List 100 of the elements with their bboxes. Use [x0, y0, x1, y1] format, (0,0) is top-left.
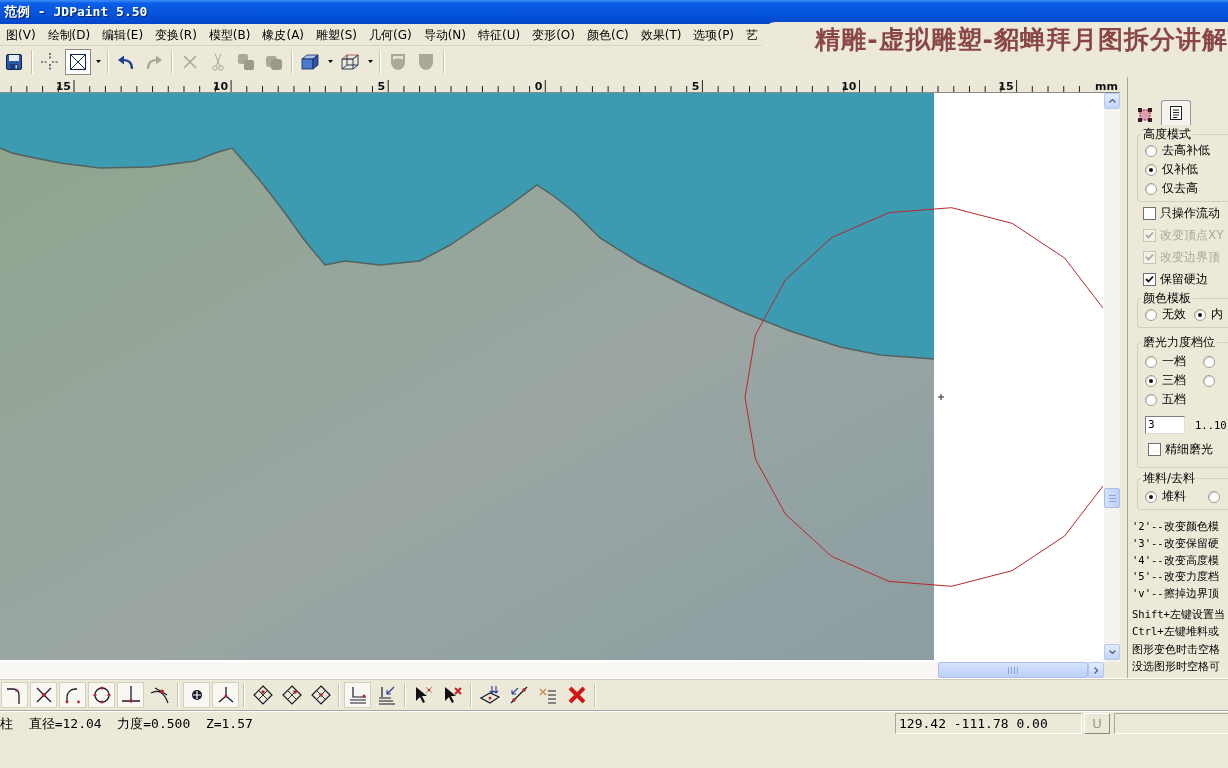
- caret-down-icon: [327, 60, 333, 63]
- dotted-square-icon: [1138, 108, 1152, 122]
- radio-label: 三档: [1162, 372, 1186, 389]
- radio-button[interactable]: [1145, 163, 1157, 176]
- shield-icon: [418, 52, 434, 71]
- radio-label: 堆料: [1162, 488, 1186, 505]
- layers-icon: [347, 684, 368, 705]
- shortcut-hint: '5'--改变力度档: [1132, 569, 1220, 585]
- checkbox-label: 保留硬边: [1160, 270, 1208, 288]
- checkbox[interactable]: [1143, 206, 1156, 220]
- cube-icon: [301, 53, 319, 70]
- horizontal-scrollbar[interactable]: [0, 662, 1104, 678]
- ruler-label: 15: [998, 80, 1014, 93]
- redo-arrow-icon: [146, 54, 162, 69]
- caret-down-icon: [1108, 650, 1116, 654]
- boxed-x-icon: [70, 53, 86, 70]
- radio-label: 内: [1211, 306, 1223, 323]
- line-points-icon: [508, 684, 529, 705]
- radio-label: 无效: [1162, 306, 1186, 323]
- menu-item[interactable]: 颜色(C): [581, 25, 635, 44]
- radio-label: 仅去高: [1162, 180, 1198, 197]
- ruler-label: 10: [212, 80, 229, 93]
- caret-down-icon: [95, 60, 101, 63]
- window-title: 范例 - JDPaint 5.50: [4, 3, 148, 21]
- layers-arrow-icon: [376, 684, 397, 705]
- tool-button[interactable]: [183, 681, 210, 708]
- usage-tip: Ctrl+左键堆料或: [1132, 624, 1220, 640]
- radio-button[interactable]: [1145, 144, 1157, 157]
- drawing-canvas[interactable]: [0, 93, 1104, 662]
- radio-label: 五档: [1162, 391, 1186, 408]
- tool-button[interactable]: [1, 681, 28, 708]
- menu-item[interactable]: 橡皮(A): [256, 25, 311, 44]
- group-title: 磨光力度档位: [1142, 336, 1216, 349]
- menu-item[interactable]: 导动(N): [417, 25, 473, 44]
- tool-button[interactable]: [212, 681, 239, 708]
- shortcut-hint: '4'--改变高度模: [1132, 552, 1220, 568]
- checkbox-label: 只操作流动: [1160, 204, 1220, 222]
- wireframe-cube-icon: [341, 53, 359, 70]
- shortcut-hint: '2'--改变颜色模: [1132, 519, 1220, 534]
- coordinate-readout: 129.42 -111.78 0.00: [895, 713, 1082, 734]
- panel-tab[interactable]: [1161, 100, 1191, 125]
- menu-item[interactable]: 变换(R): [149, 25, 203, 44]
- menu-item[interactable]: 绘制(D): [41, 25, 97, 44]
- checkbox-label: 精细磨光: [1165, 441, 1213, 458]
- crosshair-icon: [41, 52, 59, 71]
- radio-label: 一档: [1162, 353, 1186, 370]
- menu-item[interactable]: 几何(G): [363, 25, 418, 44]
- scroll-up-button[interactable]: [1104, 93, 1120, 109]
- menu-item[interactable]: 艺: [740, 25, 765, 44]
- menu-item[interactable]: 变形(O): [526, 25, 581, 44]
- tool-button[interactable]: [88, 681, 115, 708]
- perpendicular-icon: [120, 684, 141, 705]
- checkbox[interactable]: [1148, 443, 1161, 456]
- radio-button[interactable]: [1203, 374, 1215, 387]
- scroll-down-button[interactable]: [1104, 644, 1120, 660]
- group-title: 高度模式: [1142, 128, 1192, 141]
- group-title: 颜色模板: [1142, 292, 1192, 305]
- caret-right-icon: [1094, 666, 1098, 674]
- scroll-thumb[interactable]: [1104, 488, 1120, 508]
- scroll-thumb[interactable]: [938, 662, 1088, 678]
- checkbox-label: 改变边界顶: [1160, 248, 1220, 266]
- caret-down-icon: [367, 60, 373, 63]
- tool-button[interactable]: [117, 681, 144, 708]
- cursor-x-icon: [442, 684, 463, 705]
- ruler-label: 15: [55, 80, 71, 93]
- caret-up-icon: [1108, 99, 1116, 103]
- grid-diamond-icon: [281, 684, 302, 705]
- cursor-point-icon: [413, 684, 434, 705]
- ruler-label: 5: [691, 80, 700, 93]
- check-mark-icon: [1145, 253, 1154, 261]
- menu-item[interactable]: 编辑(E): [96, 25, 150, 44]
- menu-item[interactable]: 图(V): [0, 25, 42, 44]
- shortcut-hint: 'v'--擦掉边界顶: [1132, 586, 1220, 602]
- x-mark-icon: [183, 54, 197, 69]
- tool-button[interactable]: [59, 681, 86, 708]
- undo-arrow-icon: [118, 54, 134, 69]
- ruler-label: 5: [377, 80, 386, 93]
- menu-item[interactable]: 模型(B): [202, 25, 257, 44]
- tool-button[interactable]: [30, 681, 57, 708]
- range-label: 1..10: [1195, 418, 1227, 431]
- group-title: 堆料/去料: [1142, 472, 1197, 485]
- menu-item[interactable]: 特征(U): [472, 25, 527, 44]
- view-box-button[interactable]: [65, 48, 91, 75]
- usage-tip: 没选图形时空格可: [1132, 658, 1221, 674]
- menu-item[interactable]: 雕塑(S): [310, 25, 363, 44]
- plane-arrows-icon: [479, 684, 500, 705]
- number-field[interactable]: 3: [1145, 415, 1185, 434]
- scissors-icon: [212, 52, 224, 71]
- check-mark-icon: [1145, 231, 1154, 239]
- ruler-unit: mm: [1095, 80, 1118, 93]
- grid-diamond-icon: [310, 684, 331, 705]
- overlapping-squares-icon: [237, 52, 255, 71]
- radio-label: 仅补低: [1162, 161, 1198, 178]
- menu-item[interactable]: 效果(T): [634, 25, 688, 44]
- checkbox[interactable]: [1143, 272, 1156, 286]
- vertical-scrollbar[interactable]: [1104, 93, 1120, 662]
- circle-points-icon: [91, 684, 112, 705]
- scroll-right-button[interactable]: [1088, 662, 1104, 678]
- check-mark-icon: [1145, 275, 1154, 283]
- menu-item[interactable]: 选项(P): [687, 25, 741, 44]
